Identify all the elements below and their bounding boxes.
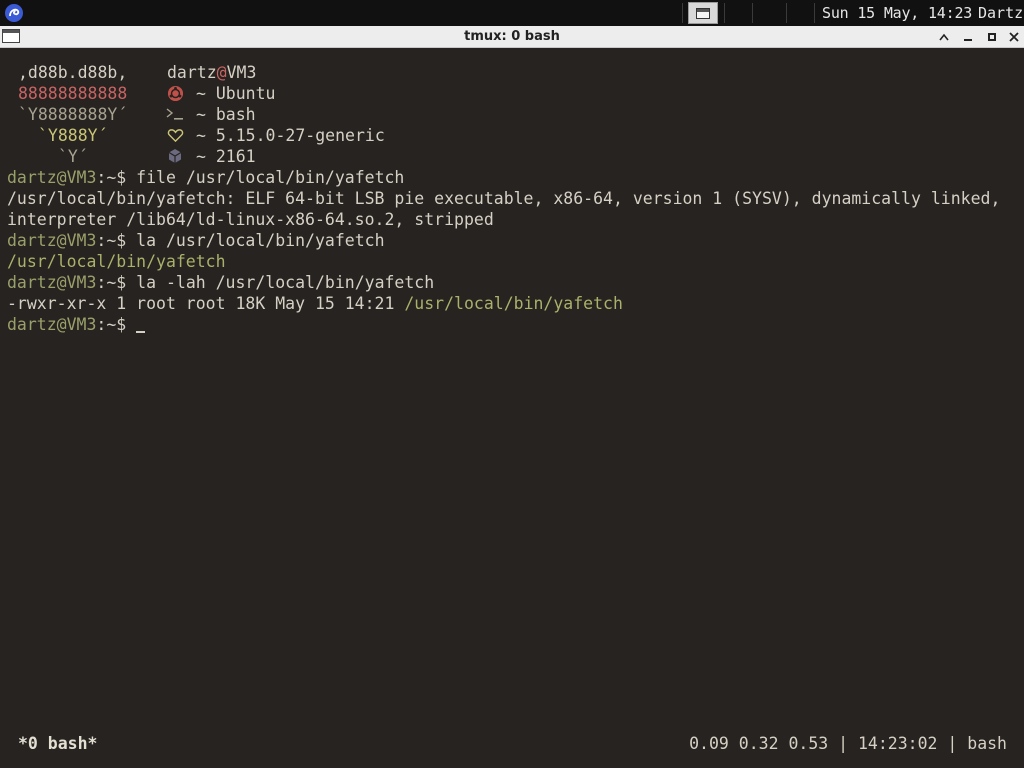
fetch-art-line: 88888888888 <box>18 84 128 103</box>
terminal-prompt-icon <box>166 105 184 123</box>
terminal-command-line: dartz@VM3:~$ la /usr/local/bin/yafetch <box>7 230 385 251</box>
fetch-host: VM3 <box>226 63 257 82</box>
fetch-packages: 2161 <box>215 147 256 166</box>
terminal-command-line: dartz@VM3:~$ la -lah /usr/local/bin/yafe… <box>7 272 434 293</box>
maximize-icon <box>988 33 996 41</box>
fetch-os: Ubuntu <box>215 84 276 103</box>
command-text: la -lah /usr/local/bin/yafetch <box>136 273 435 292</box>
prompt-suffix: :~$ <box>96 273 127 292</box>
terminal-area[interactable]: ,d88b.d88b, 88888888888 `Y8888888Y´ `Y88… <box>0 48 1024 768</box>
text-cursor <box>136 331 146 333</box>
prompt-user-host: dartz@VM3 <box>7 168 97 187</box>
file-path: /usr/local/bin/yafetch <box>404 294 623 313</box>
panel-user[interactable]: Dartz <box>978 4 1023 22</box>
panel-separator <box>814 3 815 23</box>
prompt-suffix: :~$ <box>96 168 127 187</box>
fetch-kernel: 5.15.0-27-generic <box>215 126 385 145</box>
shade-button[interactable] <box>934 28 954 46</box>
panel-separator <box>682 3 683 23</box>
command-text: file /usr/local/bin/yafetch <box>136 168 405 187</box>
chevron-up-icon <box>939 33 949 41</box>
top-panel: Sun 15 May, 14:23 Dartz <box>0 0 1024 26</box>
fetch-user: dartz <box>167 63 217 82</box>
prompt-user-host: dartz@VM3 <box>7 231 97 250</box>
window-icon <box>696 8 710 19</box>
panel-clock[interactable]: Sun 15 May, 14:23 <box>822 4 972 22</box>
fetch-packages-row: ~ 2161 <box>196 146 256 167</box>
package-cube-icon <box>166 147 184 165</box>
panel-separator <box>752 3 753 23</box>
ubuntu-icon <box>166 84 184 102</box>
fetch-art-line: `Y´ <box>58 147 88 166</box>
fetch-user-host: dartz@VM3 <box>167 62 256 83</box>
close-button[interactable] <box>1004 28 1024 46</box>
heart-icon <box>166 126 184 144</box>
prompt-suffix: :~$ <box>96 315 127 334</box>
minimize-button[interactable] <box>958 28 978 46</box>
fetch-sep: ~ <box>196 105 206 124</box>
window-title: tmux: 0 bash <box>464 29 560 44</box>
debian-swirl-icon <box>5 4 23 22</box>
fetch-art-line: `Y8888888Y´ <box>18 105 128 124</box>
file-listing: -rwxr-xr-x 1 root root 18K May 15 14:21 <box>7 294 405 313</box>
fetch-sep: ~ <box>196 84 206 103</box>
start-menu-button[interactable] <box>4 3 24 23</box>
terminal-output-line: interpreter /lib64/ld-linux-x86-64.so.2,… <box>7 210 494 229</box>
tmux-window-list[interactable]: *0 bash* <box>18 734 97 753</box>
maximize-button[interactable] <box>982 28 1002 46</box>
terminal-command-line: dartz@VM3:~$ file /usr/local/bin/yafetch <box>7 167 404 188</box>
taskbar-window-button[interactable] <box>688 2 718 24</box>
fetch-sep: ~ <box>196 147 206 166</box>
panel-separator <box>786 3 787 23</box>
prompt-user-host: dartz@VM3 <box>7 315 97 334</box>
fetch-shell-row: ~ bash <box>196 104 256 125</box>
window-title-bar[interactable]: tmux: 0 bash <box>0 26 1024 48</box>
fetch-kernel-row: ~ 5.15.0-27-generic <box>196 125 385 146</box>
prompt-suffix: :~$ <box>96 231 127 250</box>
fetch-at: @ <box>216 63 227 82</box>
terminal-output-line: -rwxr-xr-x 1 root root 18K May 15 14:21 … <box>7 293 623 314</box>
close-icon <box>1009 32 1019 42</box>
minimize-icon <box>964 39 972 41</box>
terminal-output-line: /usr/local/bin/yafetch <box>7 252 226 271</box>
fetch-art-line: `Y888Y´ <box>38 126 108 145</box>
panel-separator <box>724 3 725 23</box>
prompt-user-host: dartz@VM3 <box>7 273 97 292</box>
terminal-output-line: /usr/local/bin/yafetch: ELF 64-bit LSB p… <box>7 189 1001 208</box>
fetch-art-line: ,d88b.d88b, <box>18 63 128 82</box>
fetch-sep: ~ <box>196 126 206 145</box>
tmux-status-right: 0.09 0.32 0.53 | 14:23:02 | bash <box>689 734 1007 753</box>
fetch-os-row: ~ Ubuntu <box>196 83 275 104</box>
command-text: la /usr/local/bin/yafetch <box>136 231 385 250</box>
terminal-prompt-line[interactable]: dartz@VM3:~$ <box>7 314 146 335</box>
fetch-shell: bash <box>215 105 256 124</box>
